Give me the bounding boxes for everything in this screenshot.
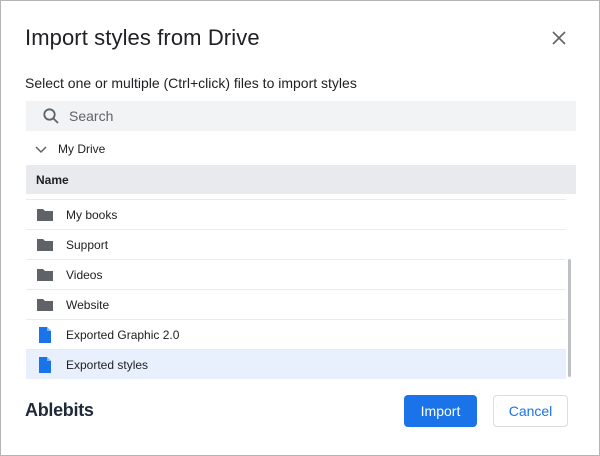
breadcrumb-label: My Drive	[58, 142, 106, 156]
list-item-label: Exported Graphic 2.0	[66, 327, 180, 342]
folder-icon	[36, 296, 54, 314]
list-item-label: Website	[66, 297, 110, 312]
file-list: My books Support Videos Website Exported…	[26, 199, 566, 379]
column-header-name: Name	[36, 172, 69, 187]
list-item-label: Videos	[66, 267, 103, 282]
folder-icon	[36, 206, 54, 224]
ablebits-logo: Ablebits	[25, 400, 94, 420]
import-button[interactable]: Import	[404, 395, 477, 427]
folder-icon	[36, 236, 54, 254]
search-bar[interactable]	[26, 101, 576, 131]
list-item-exported-graphic[interactable]: Exported Graphic 2.0	[26, 319, 566, 349]
search-input[interactable]	[67, 107, 551, 125]
list-item-website[interactable]: Website	[26, 289, 566, 319]
list-item-my-books[interactable]: My books	[26, 199, 566, 229]
list-item-exported-styles[interactable]: Exported styles	[26, 349, 566, 379]
list-item-label: Exported styles	[66, 357, 149, 372]
dialog-title: Import styles from Drive	[25, 25, 260, 50]
document-icon	[36, 356, 54, 374]
folder-icon	[36, 266, 54, 284]
list-scrollbar[interactable]	[568, 259, 571, 377]
chevron-down-icon	[33, 141, 49, 157]
document-icon	[36, 326, 54, 344]
cancel-button[interactable]: Cancel	[493, 395, 568, 427]
search-icon	[42, 107, 60, 125]
dialog-subtitle: Select one or multiple (Ctrl+click) file…	[25, 75, 357, 91]
list-item-label: Support	[66, 237, 109, 252]
table-header: Name	[26, 165, 576, 194]
breadcrumb-my-drive[interactable]: My Drive	[31, 139, 105, 159]
list-item-label: My books	[66, 207, 118, 222]
import-dialog: Import styles from Drive Select one or m…	[0, 0, 600, 456]
close-icon[interactable]	[549, 28, 569, 48]
list-item-videos[interactable]: Videos	[26, 259, 566, 289]
list-item-support[interactable]: Support	[26, 229, 566, 259]
